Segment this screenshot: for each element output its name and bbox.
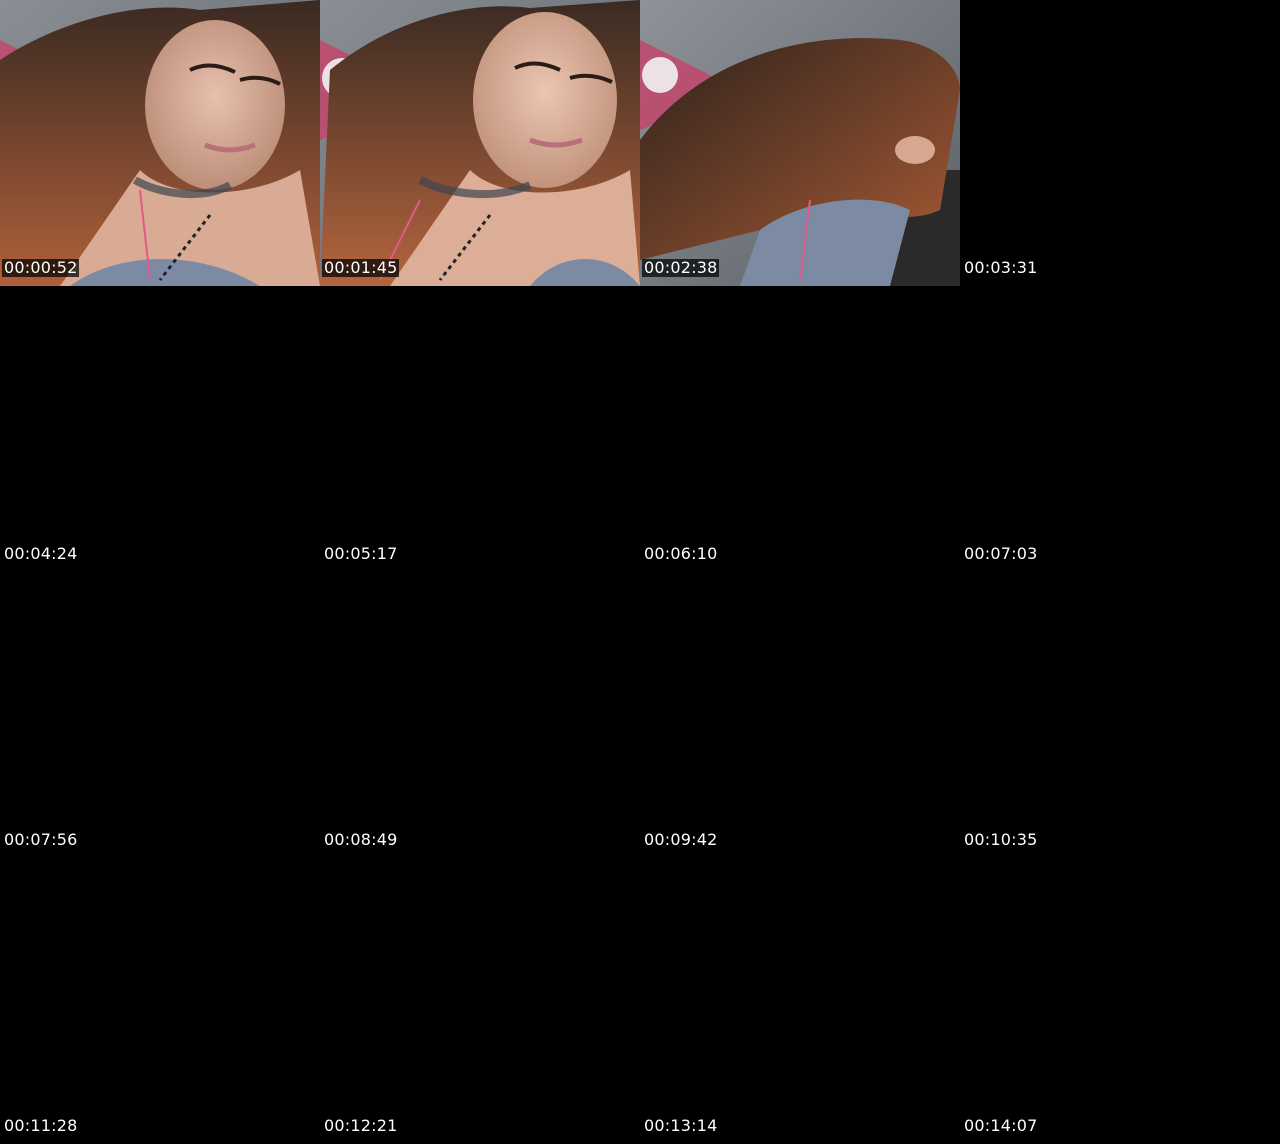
timestamp-label: 00:13:14 (644, 1116, 718, 1135)
thumbnail-tile[interactable]: 00:10:35 (960, 572, 1280, 858)
thumbnail-tile[interactable]: 00:04:24 (0, 286, 320, 572)
thumbnail-tile[interactable]: 00:02:38 (640, 0, 960, 286)
thumbnail-tile[interactable]: 00:05:17 (320, 286, 640, 572)
thumbnail-tile[interactable]: 00:07:03 (960, 286, 1280, 572)
contact-sheet-grid: 00:00:52 00:01:45 00:02:38 00:03:31 00:0… (0, 0, 1280, 1144)
timestamp-label: 00:00:52 (2, 258, 80, 277)
timestamp-label: 00:02:38 (642, 258, 720, 277)
timestamp-label: 00:09:42 (644, 830, 718, 849)
thumbnail-tile[interactable]: 00:11:28 (0, 858, 320, 1144)
thumbnail-tile[interactable]: 00:00:52 (0, 0, 320, 286)
thumbnail-tile[interactable]: 00:13:14 (640, 858, 960, 1144)
timestamp-label: 00:12:21 (324, 1116, 398, 1135)
thumbnail-tile[interactable]: 00:07:56 (0, 572, 320, 858)
timestamp-label: 00:06:10 (644, 544, 718, 563)
timestamp-label: 00:05:17 (324, 544, 398, 563)
thumbnail-tile[interactable]: 00:08:49 (320, 572, 640, 858)
thumbnail-tile[interactable]: 00:03:31 (960, 0, 1280, 286)
timestamp-label: 00:08:49 (324, 830, 398, 849)
video-frame-image (640, 0, 960, 286)
thumbnail-tile[interactable]: 00:12:21 (320, 858, 640, 1144)
timestamp-label: 00:11:28 (4, 1116, 78, 1135)
thumbnail-tile[interactable]: 00:01:45 (320, 0, 640, 286)
timestamp-label: 00:07:56 (4, 830, 78, 849)
thumbnail-tile[interactable]: 00:09:42 (640, 572, 960, 858)
timestamp-label: 00:01:45 (322, 258, 400, 277)
thumbnail-tile[interactable]: 00:06:10 (640, 286, 960, 572)
timestamp-label: 00:14:07 (964, 1116, 1038, 1135)
video-frame-image (320, 0, 640, 286)
timestamp-label: 00:07:03 (964, 544, 1038, 563)
timestamp-label: 00:03:31 (964, 258, 1038, 277)
video-frame-image (0, 0, 320, 286)
thumbnail-tile[interactable]: 00:14:07 (960, 858, 1280, 1144)
timestamp-label: 00:04:24 (4, 544, 78, 563)
timestamp-label: 00:10:35 (964, 830, 1038, 849)
